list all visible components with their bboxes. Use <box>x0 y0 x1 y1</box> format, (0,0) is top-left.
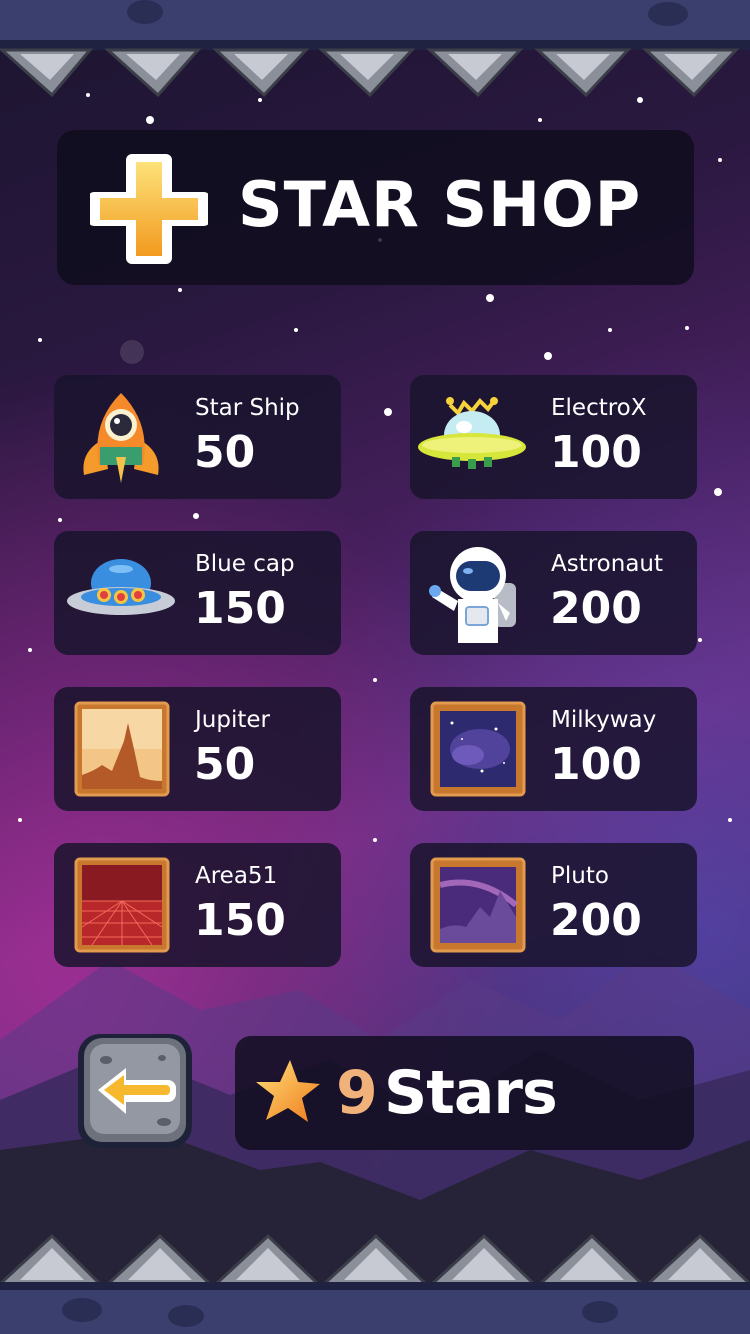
ufo-antenna-icon <box>418 397 526 469</box>
area51-background-icon <box>74 857 170 953</box>
shop-item-electrox[interactable]: ElectroX 100 <box>410 375 697 499</box>
shop-item-milkyway[interactable]: Milkyway 100 <box>410 687 697 811</box>
shop-item-blue-cap[interactable]: Blue cap 150 <box>54 531 341 655</box>
item-name: ElectroX <box>551 395 647 421</box>
stars-count: 9 <box>336 1058 378 1128</box>
milkyway-background-icon <box>430 701 526 797</box>
item-price: 100 <box>550 739 642 790</box>
back-button[interactable] <box>76 1032 194 1150</box>
page-title: STAR SHOP <box>238 168 642 241</box>
blue-ufo-icon <box>67 559 175 615</box>
item-name: Jupiter <box>195 707 270 733</box>
item-price: 150 <box>194 895 286 946</box>
rock-floor <box>0 1233 750 1334</box>
item-name: Star Ship <box>195 395 300 421</box>
rocket-icon <box>83 393 159 483</box>
item-price: 50 <box>194 427 256 478</box>
item-name: Milkyway <box>551 707 657 733</box>
item-name: Pluto <box>551 863 609 889</box>
item-price: 200 <box>550 583 642 634</box>
item-price: 200 <box>550 895 642 946</box>
plus-icon <box>90 154 208 264</box>
item-name: Area51 <box>195 863 278 889</box>
shop-item-jupiter[interactable]: Jupiter 50 <box>54 687 341 811</box>
item-price: 50 <box>194 739 256 790</box>
shop-item-area51[interactable]: Area51 150 <box>54 843 341 967</box>
rock-ceiling <box>0 0 750 98</box>
star-icon <box>256 1060 320 1122</box>
item-price: 100 <box>550 427 642 478</box>
jupiter-background-icon <box>74 701 170 797</box>
pluto-background-icon <box>430 857 526 953</box>
stars-label: Stars <box>384 1058 558 1128</box>
shop-item-star-ship[interactable]: Star Ship 50 <box>54 375 341 499</box>
shop-item-pluto[interactable]: Pluto 200 <box>410 843 697 967</box>
astronaut-icon <box>429 547 516 643</box>
item-name: Blue cap <box>195 551 295 577</box>
item-price: 150 <box>194 583 286 634</box>
item-name: Astronaut <box>551 551 664 577</box>
shop-item-astronaut[interactable]: Astronaut 200 <box>410 531 697 655</box>
